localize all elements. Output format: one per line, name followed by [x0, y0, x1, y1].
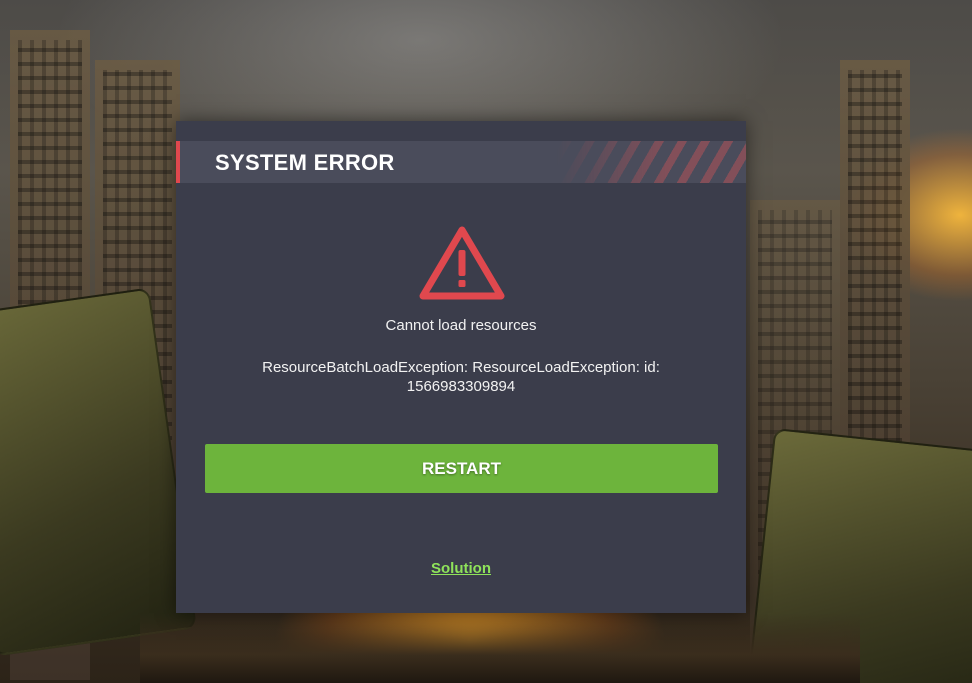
error-message: Cannot load resources: [385, 317, 537, 334]
warning-icon: [419, 226, 505, 300]
warning-stripes: [556, 141, 746, 183]
solution-link[interactable]: Solution: [431, 560, 491, 577]
dialog-titlebar: SYSTEM ERROR: [176, 141, 746, 183]
background-rubble: [140, 613, 860, 683]
system-error-dialog: SYSTEM ERROR Cannot load resources Resou…: [176, 121, 746, 613]
dialog-title: SYSTEM ERROR: [215, 150, 395, 175]
solution-container: Solution: [176, 560, 746, 577]
restart-button[interactable]: RESTART: [205, 444, 718, 493]
error-detail: ResourceBatchLoadException: ResourceLoad…: [262, 359, 660, 395]
